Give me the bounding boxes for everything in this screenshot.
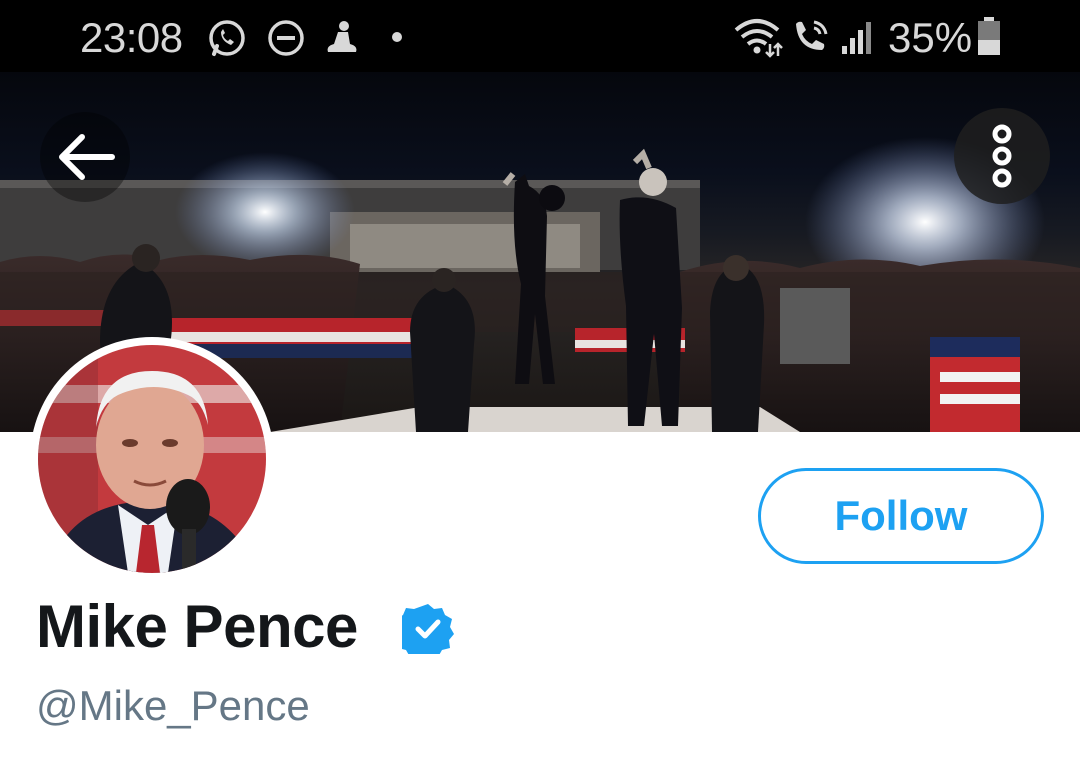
wifi-calling-icon [796,20,828,50]
user-handle: @Mike_Pence [36,682,310,729]
battery-percentage: 35% [888,14,973,61]
verified-badge-icon [402,604,454,654]
avatar[interactable] [30,337,274,581]
whatsapp-icon [209,20,245,56]
status-time: 23:08 [80,14,183,61]
signal-icon [842,22,871,54]
more-vertical-icon [992,124,1012,188]
follow-button[interactable]: Follow [758,468,1044,564]
display-name: Mike Pence [36,593,358,660]
status-bar: 23:08 35% [0,0,1080,72]
do-not-disturb-icon [268,20,304,56]
dot-icon [392,32,402,42]
notification-app-icon [327,21,357,52]
battery-icon [978,17,1000,55]
avatar-photo [38,345,266,573]
wifi-icon [734,19,783,58]
more-options-button[interactable] [954,108,1050,204]
arrow-left-icon [59,134,115,180]
back-button[interactable] [40,112,130,202]
